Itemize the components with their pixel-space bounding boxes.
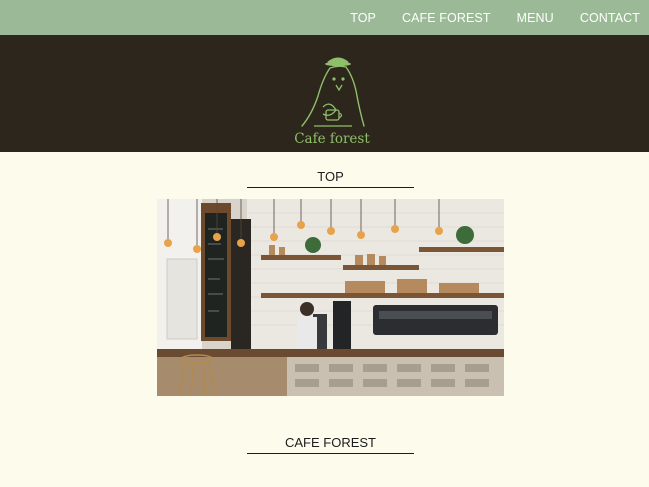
main-nav: TOP CAFE FOREST MENU CONTACT bbox=[0, 0, 649, 35]
site-header: Cafe forest bbox=[0, 35, 649, 152]
logo-text: Cafe forest bbox=[294, 131, 370, 147]
bird-with-hat-icon: Cafe forest bbox=[294, 57, 370, 147]
hero-cafe-photo bbox=[157, 199, 504, 396]
nav-link-contact[interactable]: CONTACT bbox=[580, 11, 640, 25]
nav-link-cafe-forest[interactable]: CAFE FOREST bbox=[402, 11, 491, 25]
section-title-cafe-forest: CAFE FOREST bbox=[247, 435, 414, 454]
section-title-top: TOP bbox=[247, 169, 414, 188]
nav-link-top[interactable]: TOP bbox=[350, 11, 376, 25]
site-logo[interactable]: Cafe forest bbox=[290, 52, 374, 148]
nav-link-menu[interactable]: MENU bbox=[517, 11, 554, 25]
